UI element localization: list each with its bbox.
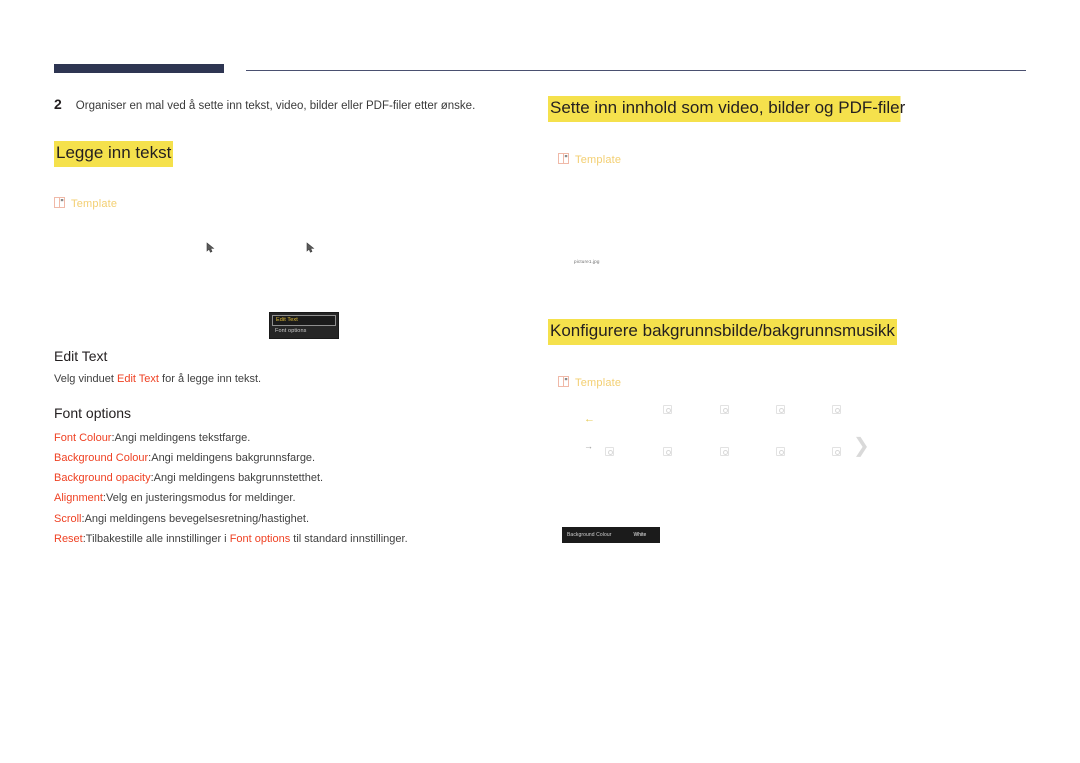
font-option-desc: :Angi meldingens bakgrunnstetthet. (150, 472, 324, 485)
arrow-right-icon[interactable]: → (584, 441, 593, 451)
background-thumbnail[interactable] (605, 446, 614, 456)
font-option-desc: :Angi meldingens bevegelsesretning/hasti… (81, 512, 309, 525)
font-option-term: Scroll (54, 512, 82, 525)
section-title-edit-text: Edit Text (54, 347, 108, 364)
template-icon (54, 195, 65, 213)
heading-konfigurere-bakgrunn: Konfigurere bakgrunnsbilde/bakgrunnsmusi… (548, 318, 897, 345)
font-option-item: Background opacity:Angi meldingens bakgr… (54, 468, 494, 488)
font-option-term: Font Colour (54, 432, 112, 445)
heading-sette-inn-innhold-wrap: Sette inn innhold som video, bilder og P… (548, 96, 1028, 122)
font-option-desc: :Angi meldingens bakgrunnsfarge. (148, 452, 316, 465)
template-label: Template (575, 376, 622, 389)
template-label: Template (71, 197, 118, 210)
template-label: Template (575, 153, 622, 166)
font-option-desc-accent: Font options (229, 532, 291, 545)
template-label-configure-background: Template (558, 374, 1028, 392)
arrow-left-icon[interactable]: ← (584, 413, 595, 425)
background-colour-setting-bar[interactable]: Background Colour White (562, 526, 660, 543)
font-option-desc: :Velg en justeringsmodus for meldinger. (102, 492, 296, 505)
font-option-term: Background opacity (54, 472, 151, 485)
step-instruction: 2 Organiser en mal ved å sette inn tekst… (54, 96, 494, 115)
context-menu[interactable]: Edit Text Font options (269, 311, 339, 339)
font-option-term: Reset (54, 532, 83, 545)
font-options-list: Font Colour:Angi meldingens tekstfarge. … (54, 428, 494, 549)
font-option-item: Background Colour:Angi meldingens bakgru… (54, 448, 494, 468)
background-colour-label: Background Colour (567, 531, 612, 538)
step-text: Organiser en mal ved å sette inn tekst, … (75, 100, 476, 112)
heading-konfigurere-bakgrunn-wrap: Konfigurere bakgrunnsbilde/bakgrunnsmusi… (548, 318, 1028, 345)
background-thumbnail[interactable] (720, 404, 729, 414)
background-colour-value: White (633, 531, 647, 538)
edit-text-desc-accent: Edit Text (117, 372, 159, 385)
edit-text-desc-after: for å legge inn tekst. (159, 372, 262, 385)
media-browser-mock: picture1.jpg (548, 169, 1008, 319)
chevron-right-icon[interactable]: ❯ (853, 435, 870, 455)
step-number: 2 (54, 96, 62, 112)
left-column: 2 Organiser en mal ved å sette inn tekst… (54, 96, 494, 549)
font-option-desc: :Angi meldingens tekstfarge. (111, 432, 251, 445)
background-picker-mock: ← → ❯ Background Colour White (548, 392, 1008, 557)
background-thumbnail[interactable] (776, 446, 785, 456)
edit-text-desc-before: Velg vinduet (54, 372, 117, 385)
background-thumbnail[interactable] (663, 446, 672, 456)
template-label-insert-content: Template (558, 151, 1028, 169)
background-thumbnail[interactable] (832, 446, 841, 456)
heading-legge-inn-tekst: Legge inn tekst (54, 140, 174, 167)
font-option-item: Alignment:Velg en justeringsmodus for me… (54, 488, 494, 508)
font-option-desc-after: til standard innstillinger. (290, 532, 408, 545)
font-option-item: Scroll:Angi meldingens bevegelsesretning… (54, 509, 494, 529)
context-menu-item-edit-text[interactable]: Edit Text (272, 314, 336, 326)
font-option-desc-before: :Tilbakestille alle innstillinger i (82, 532, 230, 545)
template-label-insert-text: Template (54, 195, 494, 213)
template-icon (558, 374, 569, 392)
page-header-rule (0, 64, 1080, 76)
heading-legge-inn-tekst-wrap: Legge inn tekst (54, 140, 494, 167)
section-desc-edit-text: Velg vinduet Edit Text for å legge inn t… (54, 371, 494, 388)
cursor-pointer-icon (306, 241, 316, 253)
background-thumbnail[interactable] (776, 404, 785, 414)
font-option-item: Font Colour:Angi meldingens tekstfarge. (54, 428, 494, 448)
section-title-font-options: Font options (54, 405, 132, 422)
header-rule-thin (246, 70, 1026, 71)
right-column: Sette inn innhold som video, bilder og P… (548, 96, 1028, 557)
cursor-pointer-icon (206, 241, 216, 253)
template-icon (558, 151, 569, 169)
font-option-term: Alignment (54, 492, 103, 505)
background-thumbnail[interactable] (832, 404, 841, 414)
image-filename-label: picture1.jpg (574, 258, 600, 264)
context-menu-item-font-options[interactable]: Font options (272, 326, 336, 336)
background-thumbnail[interactable] (663, 404, 672, 414)
heading-sette-inn-innhold: Sette inn innhold som video, bilder og P… (548, 96, 908, 122)
header-rule-thick (54, 64, 224, 73)
font-option-term: Background Colour (54, 452, 149, 465)
font-option-item: Reset:Tilbakestille alle innstillinger i… (54, 529, 494, 549)
background-thumbnail[interactable] (720, 446, 729, 456)
template-editor-mock: Edit Text Font options (54, 213, 494, 348)
